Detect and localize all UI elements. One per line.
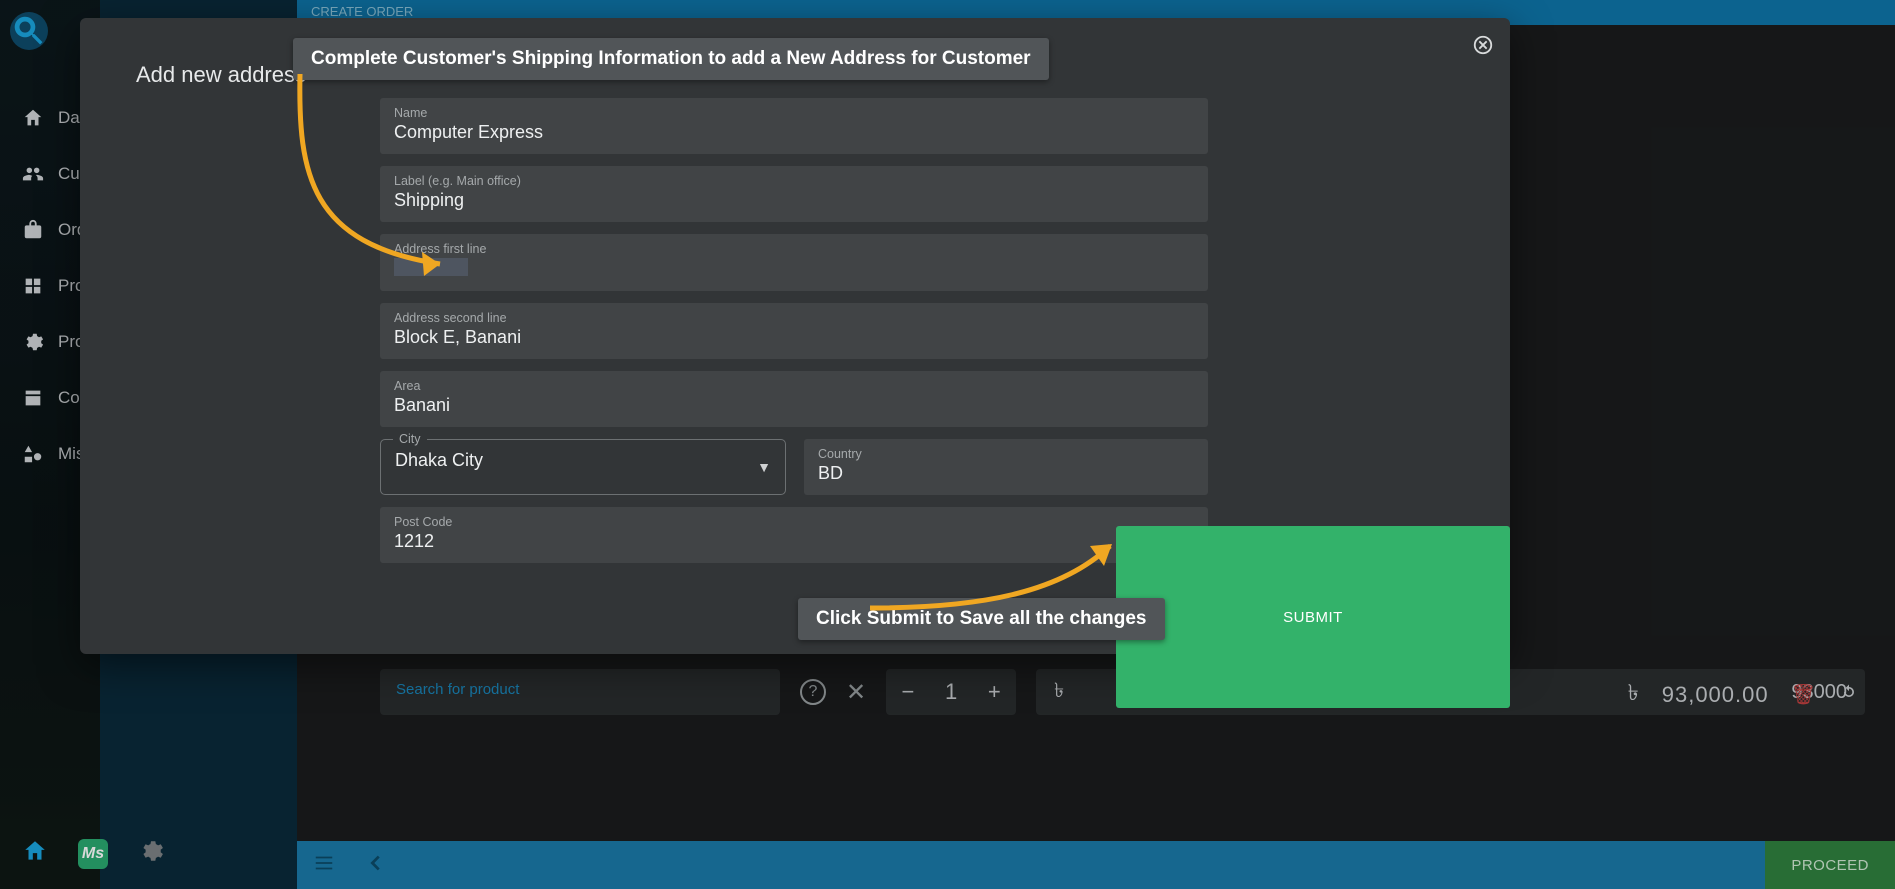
address1-field[interactable]: Address first line [380,234,1208,291]
text-selection [394,258,468,276]
field-value: Block E, Banani [394,327,1194,349]
field-label: Area [394,379,1194,393]
field-label: Name [394,106,1194,120]
field-label: Country [818,447,1194,461]
field-label: City [393,432,427,446]
field-value: Computer Express [394,122,1194,144]
name-field[interactable]: Name Computer Express [380,98,1208,154]
area-field[interactable]: Area Banani [380,371,1208,427]
submit-button[interactable]: SUBMIT [1116,526,1510,708]
close-icon[interactable] [1472,34,1494,56]
annotation-bottom: Click Submit to Save all the changes [798,598,1165,640]
field-label: Address first line [394,242,1194,256]
postcode-field[interactable]: Post Code 1212 REQUIRED [380,507,1208,563]
field-value: Banani [394,395,1194,417]
country-field[interactable]: Country BD [804,439,1208,495]
field-label: Post Code [394,515,1194,529]
field-value: Shipping [394,190,1194,212]
field-label: Address second line [394,311,1194,325]
address-form: Name Computer Express Label (e.g. Main o… [380,98,1208,575]
annotation-top: Complete Customer's Shipping Information… [293,38,1049,80]
modal-title: Add new address [136,62,306,88]
field-value [394,258,1194,281]
field-label: Label (e.g. Main office) [394,174,1194,188]
field-value: Dhaka City [395,450,771,472]
field-value: BD [818,463,1194,485]
field-value: 1212 [394,531,1194,553]
city-select[interactable]: City Dhaka City ▼ [380,439,786,495]
address2-field[interactable]: Address second line Block E, Banani [380,303,1208,359]
label-field[interactable]: Label (e.g. Main office) Shipping [380,166,1208,222]
add-address-modal: Add new address Name Computer Express La… [80,18,1510,654]
